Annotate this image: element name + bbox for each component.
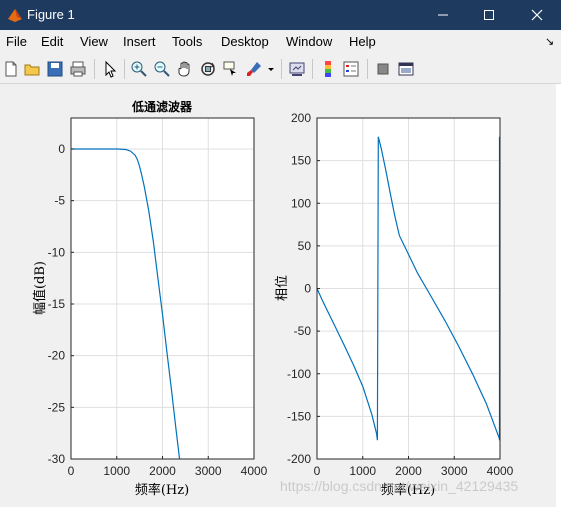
y-tick-label: -100 (287, 367, 311, 381)
y-tick-label: 100 (291, 196, 311, 210)
x-tick-label: 1000 (103, 464, 130, 478)
y-tick-label: -200 (287, 452, 311, 466)
x-tick-label: 3000 (195, 464, 222, 478)
y-tick-label: -10 (48, 245, 66, 259)
y-axis-label: 相位 (275, 275, 290, 301)
x-tick-label: 3000 (441, 464, 468, 478)
y-tick-label: -25 (48, 400, 66, 414)
x-tick-label: 2000 (395, 464, 422, 478)
x-tick-label: 1000 (349, 464, 376, 478)
y-tick-label: -15 (48, 297, 66, 311)
chart-title: 低通滤波器 (131, 99, 193, 114)
x-tick-label: 4000 (241, 464, 268, 478)
y-tick-label: -5 (54, 194, 65, 208)
y-axis-label: 幅值(dB) (32, 261, 48, 315)
y-tick-label: 150 (291, 154, 311, 168)
x-tick-label: 0 (314, 464, 321, 478)
x-tick-label: 4000 (487, 464, 514, 478)
y-tick-label: -30 (48, 452, 66, 466)
y-tick-label: -150 (287, 409, 311, 423)
watermark-text: https://blog.csdn.net/weixin_42129435 (280, 478, 519, 494)
y-tick-label: 200 (291, 111, 311, 125)
x-tick-label: 2000 (149, 464, 176, 478)
y-tick-label: 0 (58, 142, 65, 156)
x-tick-label: 0 (68, 464, 75, 478)
figure-plots: 0 1000 2000 3000 40000-5-10-15-20-25-30 低通滤波… (32, 99, 514, 498)
y-tick-label: -50 (294, 324, 312, 338)
y-tick-label: 0 (304, 282, 311, 296)
y-tick-label: 50 (298, 239, 312, 253)
x-axis-label: 频率(Hz) (135, 482, 189, 498)
axes-phase[interactable]: 0 1000 2000 3000 4000 200 150 100 50 0 -50 -100 -150… (275, 111, 514, 498)
axes-magnitude[interactable]: 0 1000 2000 3000 4000 0 -5 -10 -15 -20 -25 -30 低通滤波… (32, 99, 268, 498)
y-tick-label: -20 (48, 349, 66, 363)
